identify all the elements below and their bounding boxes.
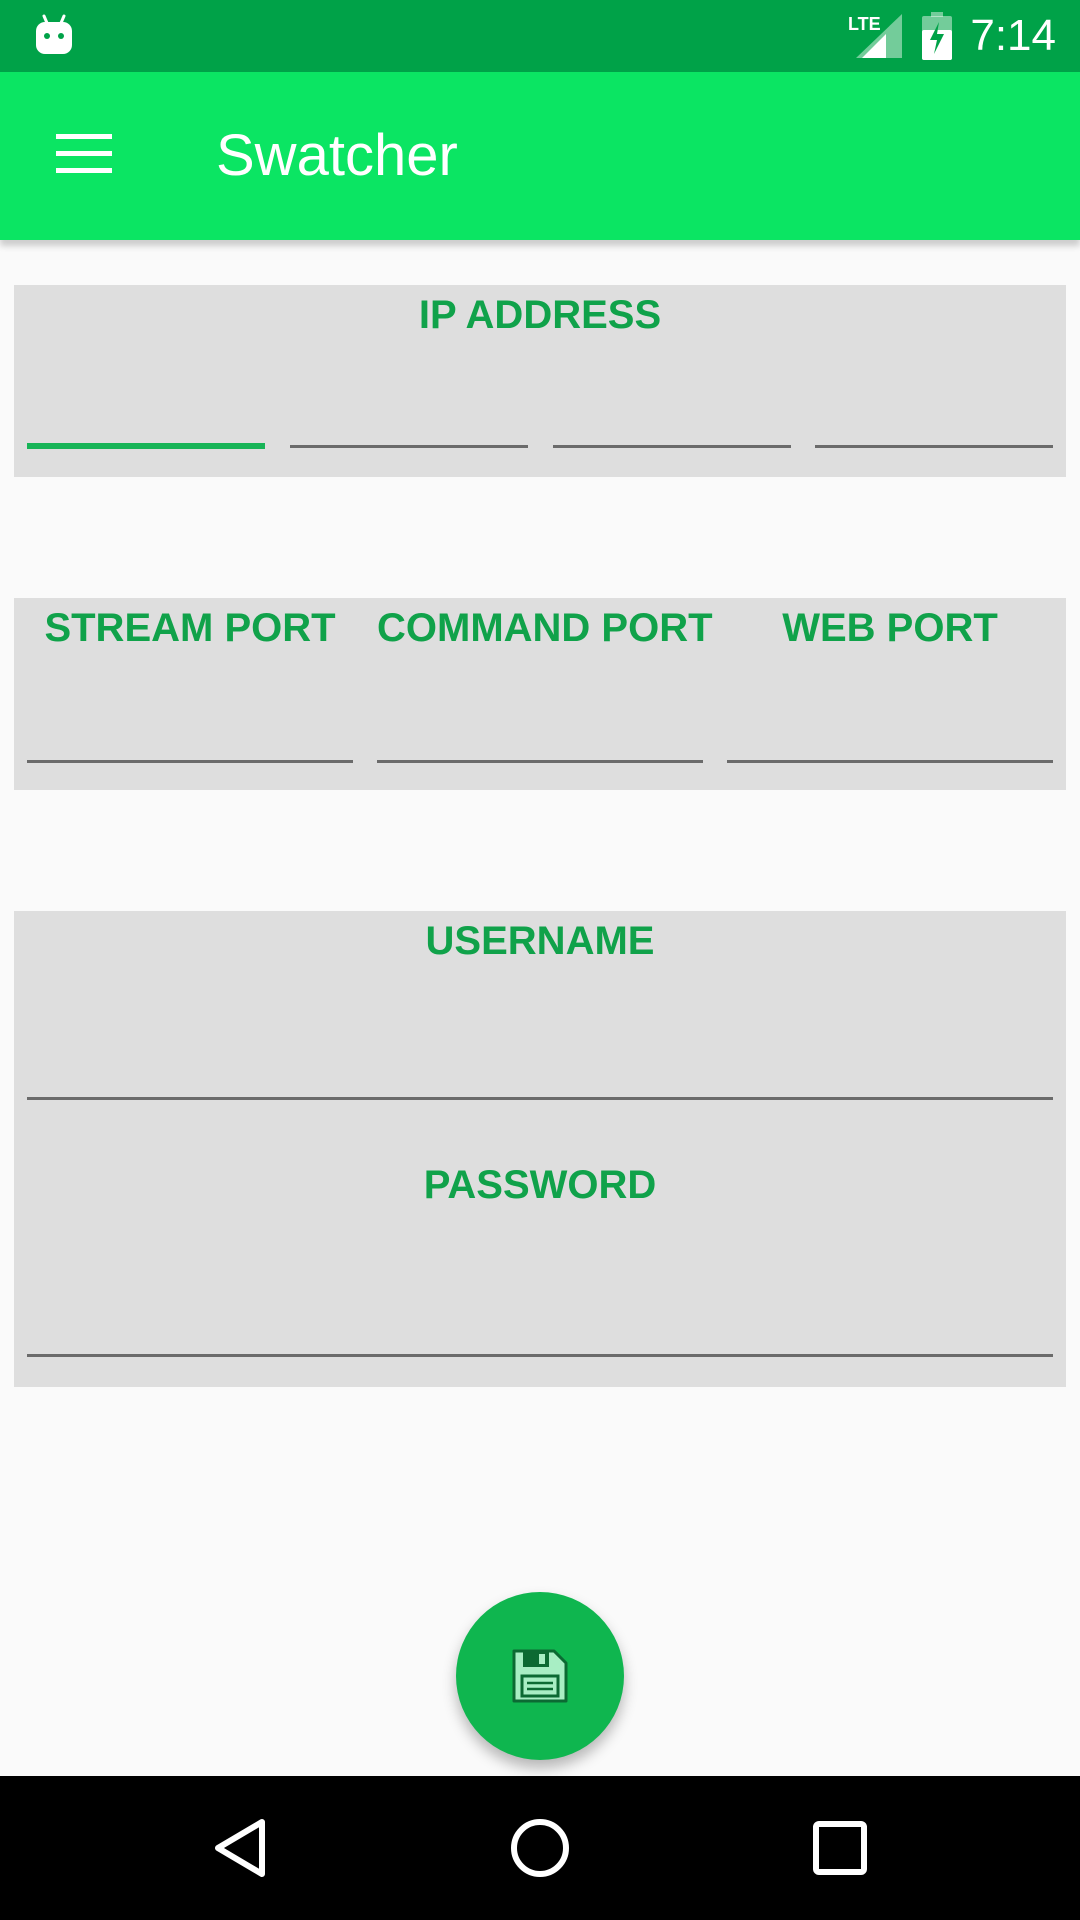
android-debug-icon [36,14,72,54]
status-bar: LTE 7:14 [0,0,1080,72]
lte-signal-icon: LTE [848,14,903,58]
ip-address-label: IP ADDRESS [418,293,662,337]
app-bar: Swatcher [0,72,1080,240]
back-button[interactable] [190,1798,290,1898]
username-label: USERNAME [425,919,655,963]
recents-icon [813,1821,867,1875]
ip-octet-3-field[interactable] [553,421,791,448]
save-button[interactable] [456,1592,624,1760]
status-time: 7:14 [970,11,1056,60]
screen: LTE 7:14 Swatcher IP ADDRESS STREAM PORT… [0,0,1080,1920]
home-button[interactable] [490,1798,590,1898]
navigation-bar [0,1776,1080,1920]
web-port-label: WEB PORT [782,606,998,650]
credentials-panel: USERNAME PASSWORD [14,911,1066,1387]
ip-octet-2-field[interactable] [290,421,528,448]
ports-panel: STREAM PORT COMMAND PORT WEB PORT [14,598,1066,790]
password-label: PASSWORD [423,1163,657,1207]
stream-port-label: STREAM PORT [44,606,336,650]
battery-charging-icon [922,12,953,60]
command-port-label: COMMAND PORT [377,606,713,650]
stream-port-field[interactable] [27,736,353,763]
username-field[interactable] [27,1073,1053,1100]
status-icons: LTE 7:14 [848,0,1056,72]
back-icon [215,1819,265,1877]
ip-octet-4-field[interactable] [815,421,1053,448]
ip-octet-1-field[interactable] [27,419,265,449]
save-floppy-icon [512,1649,568,1703]
recents-button[interactable] [790,1798,890,1898]
hamburger-menu-icon [56,134,112,173]
command-port-field[interactable] [377,736,703,763]
app-title: Swatcher [216,123,458,188]
menu-button[interactable] [34,104,134,204]
web-port-field[interactable] [727,736,1053,763]
home-icon [511,1819,569,1877]
lte-text: LTE [848,14,881,34]
password-field[interactable] [27,1330,1053,1357]
ip-address-panel: IP ADDRESS [14,285,1066,477]
